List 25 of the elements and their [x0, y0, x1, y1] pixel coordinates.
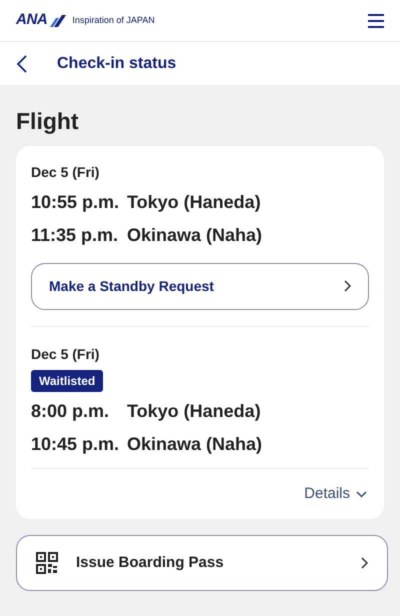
page-title: Check-in status: [57, 54, 176, 74]
chevron-down-icon: [356, 490, 367, 498]
section-heading: Flight: [15, 107, 80, 136]
menu-icon[interactable]: [368, 14, 384, 28]
airport-name: Tokyo (Haneda): [127, 190, 261, 214]
flight-time: 10:55 p.m.: [31, 190, 120, 214]
details-link[interactable]: Details: [304, 482, 367, 506]
logo-icon: [48, 14, 66, 26]
chevron-right-icon: [361, 557, 368, 570]
flight-date: Dec 5 (Fri): [31, 162, 100, 182]
chevron-right-icon: [344, 280, 351, 292]
airport-name: Okinawa (Naha): [127, 432, 262, 456]
standby-request-button[interactable]: Make a Standby Request: [31, 262, 369, 310]
back-icon[interactable]: [16, 54, 27, 72]
logo-text: ANA: [16, 10, 48, 30]
issue-boarding-pass-button[interactable]: Issue Boarding Pass: [16, 535, 388, 592]
airport-name: Okinawa (Naha): [127, 224, 262, 247]
tagline: Inspiration of JAPAN: [72, 14, 155, 27]
flight-time: 11:35 p.m.: [31, 224, 120, 247]
airport-name: Tokyo (Haneda): [127, 400, 261, 423]
flight-date: Dec 5 (Fri): [31, 344, 100, 364]
flight-time: 8:00 p.m.: [31, 400, 110, 423]
qr-code-icon: [36, 552, 58, 574]
flight-time: 10:45 p.m.: [31, 432, 120, 456]
status-badge: Waitlisted: [31, 370, 104, 392]
